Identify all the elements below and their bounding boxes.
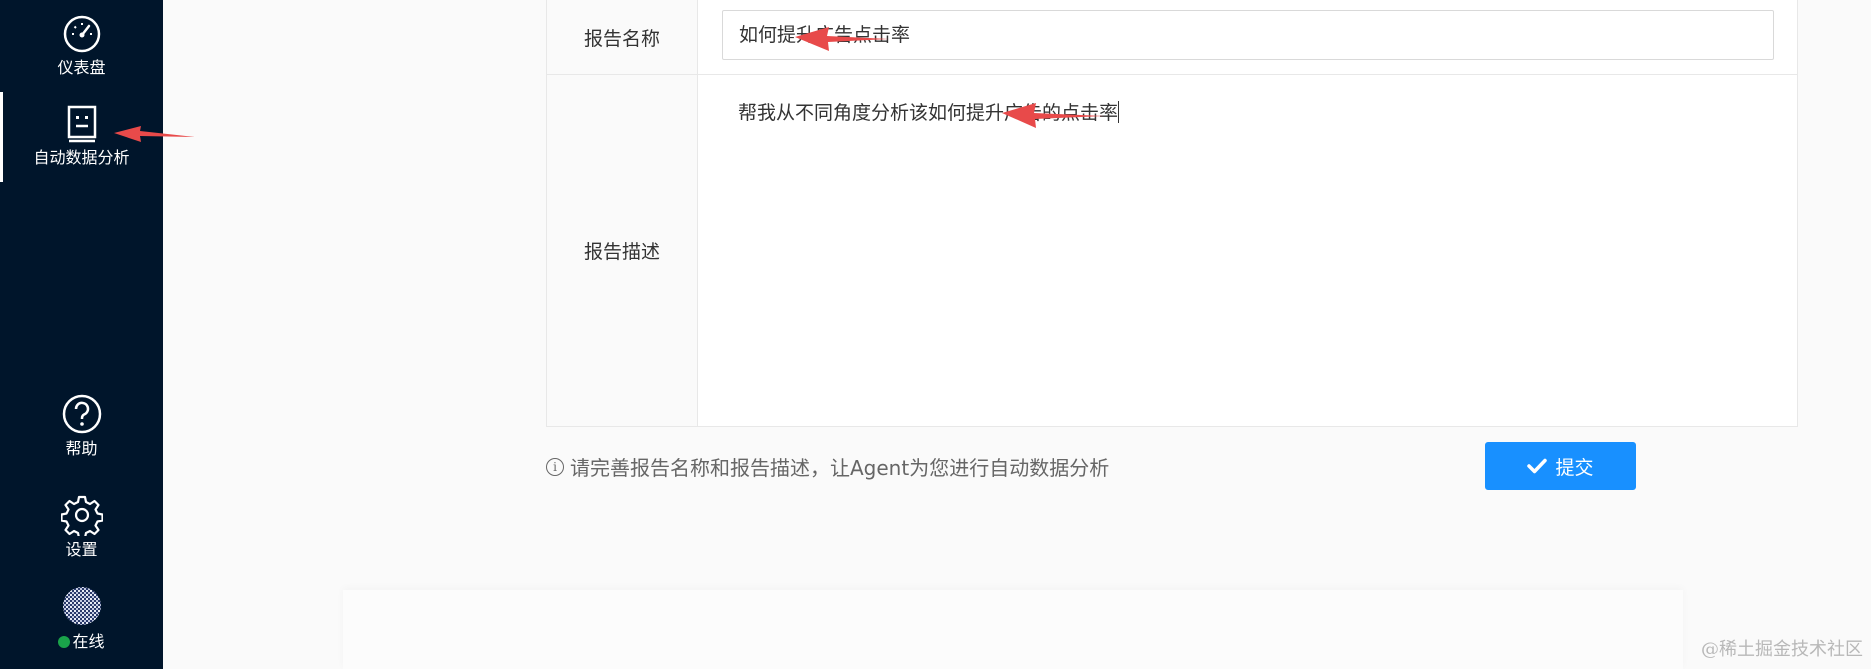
form-hint: i 请完善报告名称和报告描述，让Agent为您进行自动数据分析 <box>546 452 1109 481</box>
report-form: 报告名称 如何提升广告点击率 报告描述 帮我从不同角度分析该如何提升广告的点击率 <box>546 0 1798 427</box>
report-description-label: 报告描述 <box>547 75 698 426</box>
watermark: @稀土掘金技术社区 <box>1701 639 1863 660</box>
submit-button[interactable]: 提交 <box>1485 442 1636 490</box>
status-label: 在线 <box>72 632 105 651</box>
dashboard-gauge-icon <box>63 15 100 53</box>
avatar <box>62 587 101 625</box>
help-question-icon <box>62 394 101 434</box>
report-document-icon <box>67 105 96 143</box>
sidebar-item-label: 设置 <box>65 540 98 559</box>
sidebar-item-dashboard[interactable]: 仪表盘 <box>0 14 163 78</box>
annotation-arrow-icon <box>1002 103 1104 128</box>
sidebar-item-help[interactable]: 帮助 <box>0 393 163 459</box>
sidebar-item-settings[interactable]: 设置 <box>0 494 163 560</box>
info-icon: i <box>546 457 564 476</box>
text-caret <box>1118 101 1120 123</box>
sidebar-item-label: 帮助 <box>65 439 98 458</box>
bottom-card <box>343 590 1683 669</box>
sidebar-item-label: 仪表盘 <box>57 58 106 77</box>
report-description-textarea[interactable]: 帮我从不同角度分析该如何提升广告的点击率 <box>722 98 1774 398</box>
annotation-arrow-icon <box>795 27 889 51</box>
gear-icon <box>60 495 103 536</box>
hint-text: 请完善报告名称和报告描述，让Agent为您进行自动数据分析 <box>570 456 1110 480</box>
sidebar-item-label: 自动数据分析 <box>33 148 130 167</box>
row-divider <box>547 74 1797 75</box>
online-status-dot <box>58 636 71 648</box>
sidebar: 仪表盘 自动数据分析 帮助 设置 在线 <box>0 0 163 669</box>
submit-label: 提交 <box>1555 456 1594 479</box>
user-status[interactable]: 在线 <box>0 586 163 652</box>
check-icon <box>1527 458 1548 474</box>
report-name-label: 报告名称 <box>547 0 698 74</box>
annotation-arrow-icon <box>114 126 195 142</box>
